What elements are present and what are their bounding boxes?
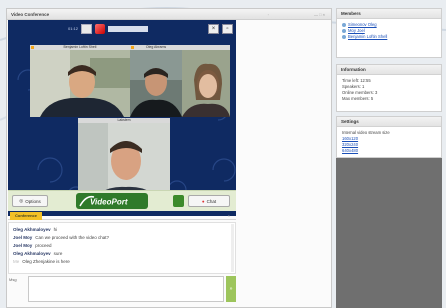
chat-sender: Joel Moy	[13, 235, 33, 240]
close-chat-icon[interactable]: ×	[228, 213, 230, 218]
session-counter: 01:12	[68, 26, 79, 31]
fullscreen-icon[interactable]: ▫	[222, 24, 233, 34]
participant-name: Benjamin Loftin Shell	[63, 45, 97, 49]
settings-title: Settings	[337, 117, 441, 127]
chat-message: Oleg Akhmaloyev sure	[13, 250, 231, 258]
chat-scrollbar[interactable]	[231, 224, 234, 272]
chat-message: Joel Moy proceed	[13, 242, 231, 250]
user-icon	[342, 29, 346, 33]
participant-video	[30, 50, 130, 117]
volume-bar[interactable]	[108, 25, 149, 32]
speaker-marker	[131, 46, 134, 49]
chat-message: Me Oleg Zhenjakine is here	[13, 258, 231, 266]
chat-text: proceed	[35, 243, 52, 248]
chat-text: Oleg Zhenjakine is here	[22, 259, 70, 264]
logo-text: VideoPort	[90, 198, 128, 207]
participant-name: Lakslem	[117, 118, 131, 122]
chat-message: Joel Moy Can we proceed with the video ch…	[13, 234, 231, 242]
chat-button[interactable]: ● Chat	[188, 195, 230, 207]
participant-tile[interactable]	[182, 45, 230, 117]
user-icon	[342, 23, 346, 27]
member-name[interactable]: Benjamin Loftin Shell	[348, 34, 387, 40]
chat-icon: ●	[201, 198, 205, 204]
tab-conference[interactable]: Conference	[10, 212, 42, 220]
close-icon[interactable]: ×	[208, 24, 219, 34]
chat-input[interactable]	[28, 276, 224, 302]
chat-input-row: Msg »	[8, 276, 236, 304]
chat-bubble-icon[interactable]	[173, 195, 184, 207]
member-item[interactable]: Benjamin Loftin Shell	[342, 34, 436, 40]
information-title: Information	[337, 65, 441, 75]
chat-message: Oleg Akhmaloyev hi	[13, 226, 231, 234]
participant-video	[182, 50, 230, 117]
options-button[interactable]: ◎ Options	[12, 195, 48, 207]
members-title: Members	[337, 9, 441, 19]
info-line: Max members: 5	[342, 96, 374, 101]
chat-tabs: Conference ×	[8, 212, 236, 220]
user-icon	[342, 35, 346, 39]
chat-sender: Oleg Akhmaloyev	[13, 227, 51, 232]
video-area: 01:12 × ▫ Benjamin Loftin Shell Oleg Abr…	[8, 20, 236, 216]
chat-text: hi	[53, 227, 58, 232]
chat-input-label: Msg	[9, 277, 17, 282]
settings-panel: Settings Internal video stream size 160x…	[336, 116, 442, 158]
chat-label: Chat	[206, 198, 217, 204]
chat-text: sure	[53, 251, 63, 256]
participant-tile[interactable]: Oleg Abrams	[130, 45, 182, 117]
chat-sender: Me	[13, 259, 20, 264]
window-title: Video Conference	[11, 11, 50, 17]
participant-name: Oleg Abrams	[145, 45, 167, 49]
stream-size-link[interactable]: 640x480	[342, 148, 436, 154]
chat-sender: Oleg Akhmaloyev	[13, 251, 51, 256]
right-sidebar: Members Simeonov Oleg Moy Joel Benjamin …	[336, 8, 442, 308]
information-panel: Information Time left: 12:55 Speakers: 1…	[336, 64, 442, 112]
camera-icon[interactable]	[81, 23, 93, 34]
chat-sender: Joel Moy	[13, 243, 33, 248]
titlebar-marker: ·	[267, 12, 269, 17]
members-panel: Members Simeonov Oleg Moy Joel Benjamin …	[336, 8, 442, 58]
participant-video	[130, 50, 182, 117]
speaker-marker	[31, 46, 34, 49]
sidebar-filler	[336, 158, 442, 308]
participant-tile[interactable]: Benjamin Loftin Shell	[30, 45, 130, 117]
window-titlebar: Video Conference · — □ ×	[7, 9, 331, 20]
chat-text: Can we proceed with the video chat?	[35, 235, 110, 240]
options-icon: ◎	[19, 198, 24, 203]
chat-log: Oleg Akhmaloyev hi Joel Moy Can we proceed…	[8, 222, 236, 274]
record-icon[interactable]	[95, 23, 106, 34]
video-controls-bar: ◎ Options VideoPort ● Chat	[8, 190, 236, 211]
options-label: Options	[25, 198, 41, 204]
window-controls[interactable]: — □ ×	[314, 12, 325, 17]
send-button[interactable]: »	[226, 276, 236, 302]
videoport-logo: VideoPort	[76, 193, 148, 209]
